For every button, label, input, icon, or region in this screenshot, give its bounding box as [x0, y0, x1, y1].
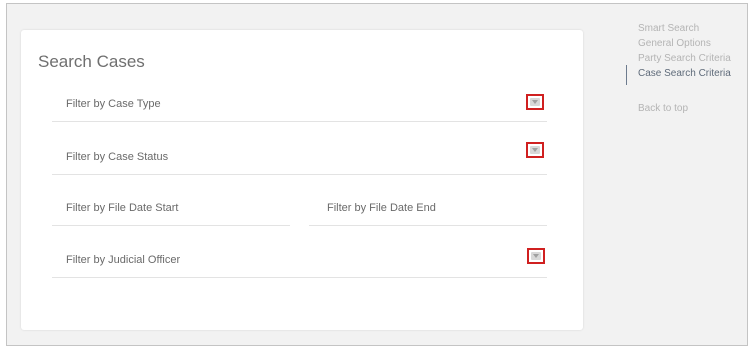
search-cases-card [21, 30, 583, 330]
chevron-down-icon [530, 98, 540, 106]
nav-item-case-search-criteria[interactable]: Case Search Criteria [622, 65, 750, 85]
file-date-start-label: Filter by File Date Start [66, 202, 179, 214]
case-status-field[interactable]: Filter by Case Status [52, 143, 547, 175]
judicial-officer-field[interactable]: Filter by Judicial Officer [52, 246, 547, 278]
section-nav: Smart Search General Options Party Searc… [622, 21, 750, 116]
nav-item-smart-search[interactable]: Smart Search [622, 21, 750, 36]
case-type-field[interactable]: Filter by Case Type [52, 90, 547, 122]
judicial-officer-label: Filter by Judicial Officer [66, 254, 181, 266]
nav-item-party-search-criteria[interactable]: Party Search Criteria [622, 51, 750, 66]
file-date-end-label: Filter by File Date End [327, 202, 436, 214]
chevron-down-icon [531, 252, 541, 260]
case-status-label: Filter by Case Status [66, 151, 169, 163]
chevron-down-icon [530, 146, 540, 154]
file-date-start-field[interactable]: Filter by File Date Start [52, 194, 290, 226]
judicial-officer-dropdown-button[interactable] [527, 248, 545, 264]
card-title: Search Cases [38, 52, 145, 71]
file-date-end-field[interactable]: Filter by File Date End [309, 194, 547, 226]
case-type-dropdown-button[interactable] [526, 94, 544, 110]
back-to-top-link[interactable]: Back to top [622, 101, 750, 116]
case-type-label: Filter by Case Type [66, 98, 161, 110]
nav-item-general-options[interactable]: General Options [622, 36, 750, 51]
case-status-dropdown-button[interactable] [526, 142, 544, 158]
